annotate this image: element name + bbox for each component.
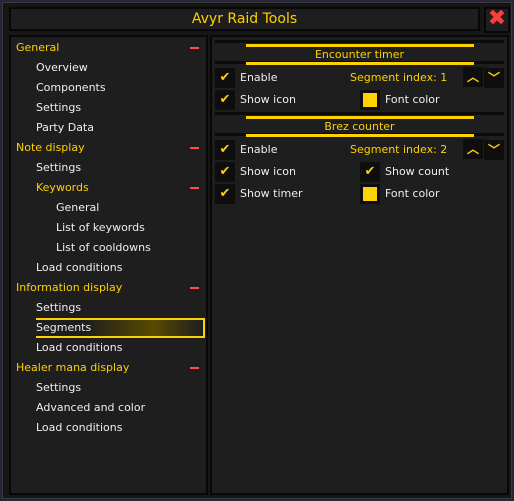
font-color-label: Font color: [385, 187, 440, 200]
tree-item-label: Information display: [16, 281, 123, 294]
show-timer-checkbox[interactable]: ✔: [215, 184, 235, 204]
tree-item-keywords[interactable]: Keywords: [36, 178, 199, 198]
checkmark-icon: ✔: [219, 186, 231, 201]
tree-item-settings[interactable]: Settings: [36, 378, 81, 398]
tree-item-information-display[interactable]: Information display: [16, 278, 199, 298]
show-count-checkbox[interactable]: ✔: [360, 162, 380, 182]
tree-item-label: Party Data: [36, 121, 94, 134]
collapse-minus-icon[interactable]: [190, 287, 199, 289]
checkmark-icon: ✔: [219, 70, 231, 85]
section-title: Brez counter: [324, 120, 395, 133]
tree-item-load-conditions[interactable]: Load conditions: [36, 258, 122, 278]
navigation-tree: General Overview Components Settings Party D…: [9, 35, 208, 495]
tree-item-label: Settings: [36, 101, 82, 114]
chevron-down-icon: ﹀: [487, 143, 500, 157]
chevron-up-icon: ︿: [466, 142, 479, 156]
section-header-line: [246, 44, 474, 47]
show-timer-label: Show timer: [240, 187, 303, 200]
section-divider: [215, 40, 504, 43]
enable-label: Enable: [240, 71, 278, 84]
show-icon-label: Show icon: [240, 165, 296, 178]
tree-item-label: Load conditions: [36, 261, 123, 274]
main-window: Avyr Raid Tools ✖ General Overview Compone…: [2, 2, 512, 499]
font-color-swatch[interactable]: [360, 90, 380, 110]
enable-checkbox[interactable]: ✔: [215, 68, 235, 88]
tree-item-label: Settings: [36, 301, 82, 314]
segment-index-label: Segment index: 2: [350, 143, 448, 156]
tree-item-settings[interactable]: Settings: [36, 98, 81, 118]
checkmark-icon: ✔: [219, 142, 231, 157]
collapse-minus-icon[interactable]: [190, 47, 199, 49]
tree-item-label: List of keywords: [56, 221, 145, 234]
section-header-line: [246, 134, 474, 137]
tree-item-label: Note display: [16, 141, 85, 154]
tree-item-list-of-keywords[interactable]: List of keywords: [56, 218, 145, 238]
tree-item-healer-mana-display[interactable]: Healer mana display: [16, 358, 199, 378]
tree-item-label: Keywords: [36, 181, 89, 194]
tree-item-advanced-and-color[interactable]: Advanced and color: [36, 398, 145, 418]
tree-item-load-conditions[interactable]: Load conditions: [36, 418, 122, 438]
tree-item-label: List of cooldowns: [56, 241, 151, 254]
section-title: Encounter timer: [314, 48, 405, 61]
show-icon-label: Show icon: [240, 93, 296, 106]
checkmark-icon: ✔: [219, 92, 231, 107]
tree-item-general[interactable]: General: [56, 198, 99, 218]
tree-item-list-of-cooldowns[interactable]: List of cooldowns: [56, 238, 151, 258]
close-x-icon: ✖: [487, 6, 507, 31]
tree-item-settings[interactable]: Settings: [36, 158, 81, 178]
tree-item-label: General: [16, 41, 60, 54]
checkmark-icon: ✔: [219, 164, 231, 179]
section-divider: [215, 112, 504, 115]
collapse-minus-icon[interactable]: [190, 147, 199, 149]
enable-checkbox[interactable]: ✔: [215, 140, 235, 160]
segments-settings-panel: Encounter timer Segment index: 1 ︿ ﹀ ✔ Enable…: [210, 35, 509, 495]
tree-item-settings[interactable]: Settings: [36, 298, 81, 318]
tree-item-label: General: [56, 201, 100, 214]
section-header-line: [246, 62, 474, 65]
show-icon-checkbox[interactable]: ✔: [215, 90, 235, 110]
show-count-label: Show count: [385, 165, 450, 178]
collapse-minus-icon[interactable]: [190, 187, 199, 189]
tree-item-label: Settings: [36, 161, 82, 174]
tree-item-label: Load conditions: [36, 421, 123, 434]
window-title: Avyr Raid Tools: [191, 11, 298, 27]
tree-item-label: Advanced and color: [36, 401, 146, 414]
title-bar[interactable]: Avyr Raid Tools: [9, 7, 480, 31]
close-button[interactable]: ✖: [484, 7, 510, 33]
tree-item-label: Healer mana display: [16, 361, 130, 374]
tree-item-segments[interactable]: Segments: [36, 318, 205, 338]
tree-item-load-conditions[interactable]: Load conditions: [36, 338, 122, 358]
collapse-minus-icon[interactable]: [190, 367, 199, 369]
checkmark-icon: ✔: [364, 164, 376, 179]
segment-index-label: Segment index: 1: [350, 71, 448, 84]
move-down-button[interactable]: ﹀: [484, 68, 504, 88]
tree-item-label: Overview: [36, 61, 88, 74]
font-color-label: Font color: [385, 93, 440, 106]
tree-item-general[interactable]: General: [16, 38, 199, 58]
tree-item-components[interactable]: Components: [36, 78, 106, 98]
show-icon-checkbox[interactable]: ✔: [215, 162, 235, 182]
tree-item-label: Segments: [36, 321, 92, 334]
tree-item-overview[interactable]: Overview: [36, 58, 88, 78]
chevron-up-icon: ︿: [466, 70, 479, 84]
tree-item-label: Load conditions: [36, 341, 123, 354]
tree-item-party-data[interactable]: Party Data: [36, 118, 94, 138]
tree-item-label: Components: [36, 81, 106, 94]
font-color-swatch[interactable]: [360, 184, 380, 204]
move-down-button[interactable]: ﹀: [484, 140, 504, 160]
enable-label: Enable: [240, 143, 278, 156]
tree-item-label: Settings: [36, 381, 82, 394]
chevron-down-icon: ﹀: [487, 71, 500, 85]
section-header-line: [246, 116, 474, 119]
tree-item-note-display[interactable]: Note display: [16, 138, 199, 158]
move-up-button[interactable]: ︿: [463, 139, 483, 159]
move-up-button[interactable]: ︿: [463, 67, 483, 87]
